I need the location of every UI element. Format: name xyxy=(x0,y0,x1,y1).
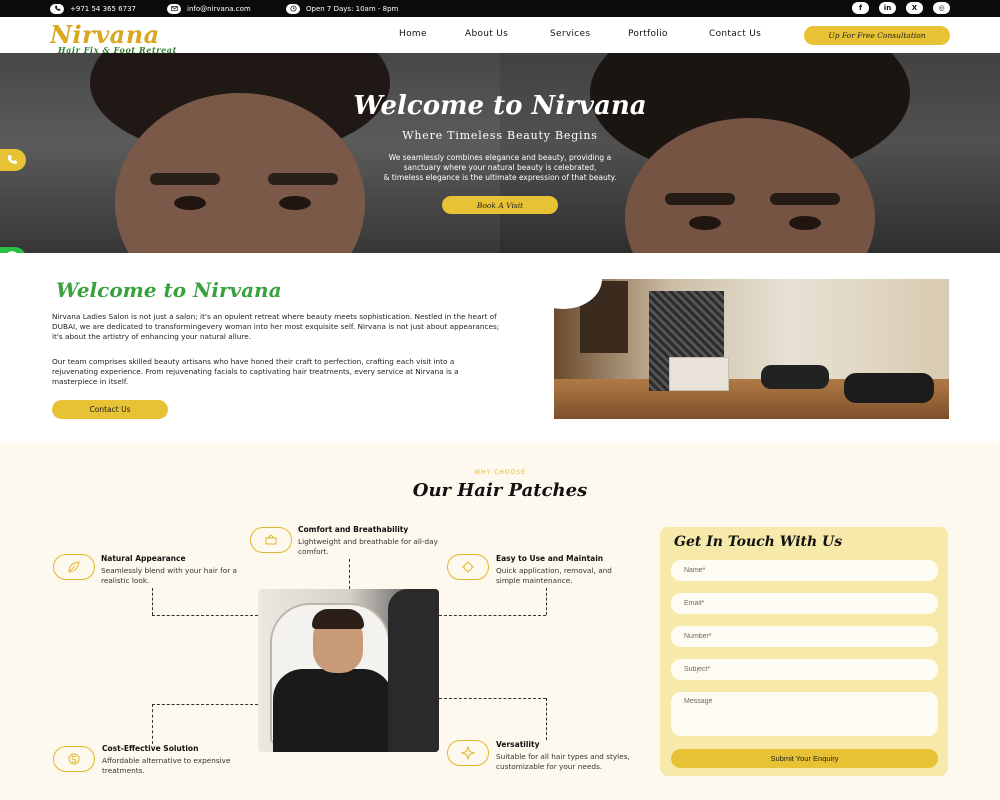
email-field[interactable] xyxy=(671,593,938,614)
linkedin-icon[interactable]: in xyxy=(879,2,896,14)
hero-line-2: sanctuary where your natural beauty is c… xyxy=(403,163,597,172)
contact-us-button[interactable]: Contact Us xyxy=(52,400,168,419)
feature-cost-effective-desc: Affordable alternative to expensive trea… xyxy=(102,756,231,775)
topbar-hours: Open 7 Days: 10am - 8pm xyxy=(286,0,398,17)
nav-home[interactable]: Home xyxy=(399,29,427,39)
feature-versatility-title: Versatility xyxy=(496,740,540,749)
top-bar: +971 54 365 6737 info@nirvana.com Open 7… xyxy=(0,0,1000,17)
topbar-email-text: info@nirvana.com xyxy=(187,4,251,13)
salon-interior-image xyxy=(554,279,949,419)
nav-about-us[interactable]: About Us xyxy=(465,29,508,39)
logo[interactable]: Nirvana Hair Fix & Foot Retreat xyxy=(50,20,220,55)
hero-banner: Welcome to Nirvana Where Timeless Beauty… xyxy=(0,53,1000,253)
instagram-icon[interactable]: ◎ xyxy=(933,2,950,14)
social-links: f in X ◎ xyxy=(852,2,950,14)
main-nav: Nirvana Hair Fix & Foot Retreat Home Abo… xyxy=(0,17,1000,55)
welcome-paragraph-1: Nirvana Ladies Salon is not just a salon… xyxy=(52,312,500,341)
money-icon xyxy=(53,746,95,772)
welcome-heading: Welcome to Nirvana xyxy=(56,278,282,302)
phone-icon xyxy=(7,155,17,164)
nav-contact-us[interactable]: Contact Us xyxy=(709,29,761,39)
feature-natural-appearance-desc: Seamlessly blend with your hair for a re… xyxy=(101,566,238,585)
mail-icon xyxy=(167,3,181,14)
hair-patch-model-image xyxy=(258,589,439,752)
maintenance-icon xyxy=(447,554,489,580)
hero-description: We seamlessly combines elegance and beau… xyxy=(345,153,655,183)
hero-line-3: & timeless elegance is the ultimate expr… xyxy=(383,173,617,182)
whatsapp-icon xyxy=(7,251,17,253)
why-kicker: WHY CHOOSE xyxy=(474,469,526,476)
feature-comfort-title: Comfort and Breathability xyxy=(298,525,409,534)
welcome-paragraph-2: Our team comprises skilled beauty artisa… xyxy=(52,357,459,386)
book-a-visit-button[interactable]: Book A Visit xyxy=(442,196,558,214)
topbar-phone[interactable]: +971 54 365 6737 xyxy=(50,0,136,17)
why-title: Our Hair Patches xyxy=(412,480,588,501)
floating-call-button[interactable] xyxy=(0,149,26,171)
submit-enquiry-button[interactable]: Submit Your Enquiry xyxy=(671,749,938,768)
number-field[interactable] xyxy=(671,626,938,647)
feature-natural-appearance-title: Natural Appearance xyxy=(101,554,186,563)
nav-services[interactable]: Services xyxy=(550,29,590,39)
hero-line-1: We seamlessly combines elegance and beau… xyxy=(388,153,612,162)
feature-cost-effective-title: Cost-Effective Solution xyxy=(102,744,199,753)
message-field[interactable] xyxy=(671,692,938,736)
feature-comfort-desc: Lightweight and breathable for all-day c… xyxy=(298,537,438,556)
form-title: Get In Touch With Us xyxy=(674,534,843,550)
x-twitter-icon[interactable]: X xyxy=(906,2,923,14)
topbar-hours-text: Open 7 Days: 10am - 8pm xyxy=(306,4,399,13)
clock-icon xyxy=(286,3,300,14)
leaf-icon xyxy=(53,554,95,580)
subject-field[interactable] xyxy=(671,659,938,680)
versatility-icon xyxy=(447,740,489,766)
facebook-icon[interactable]: f xyxy=(852,2,869,14)
page: +971 54 365 6737 info@nirvana.com Open 7… xyxy=(0,0,1000,800)
hero-title: Welcome to Nirvana xyxy=(353,91,647,121)
comfort-icon xyxy=(250,527,292,553)
feature-easy-use-desc: Quick application, removal, and simple m… xyxy=(496,566,612,585)
feature-versatility-desc: Suitable for all hair types and styles, … xyxy=(496,752,630,771)
nav-portfolio[interactable]: Portfolio xyxy=(628,29,668,39)
phone-icon xyxy=(50,3,64,14)
hero-subtitle: Where Timeless Beauty Begins xyxy=(402,129,598,142)
feature-easy-use-title: Easy to Use and Maintain xyxy=(496,554,604,563)
free-consultation-button[interactable]: Up For Free Consultation xyxy=(804,26,950,45)
topbar-email[interactable]: info@nirvana.com xyxy=(167,0,251,17)
name-field[interactable] xyxy=(671,560,938,581)
topbar-phone-text: +971 54 365 6737 xyxy=(70,4,136,13)
